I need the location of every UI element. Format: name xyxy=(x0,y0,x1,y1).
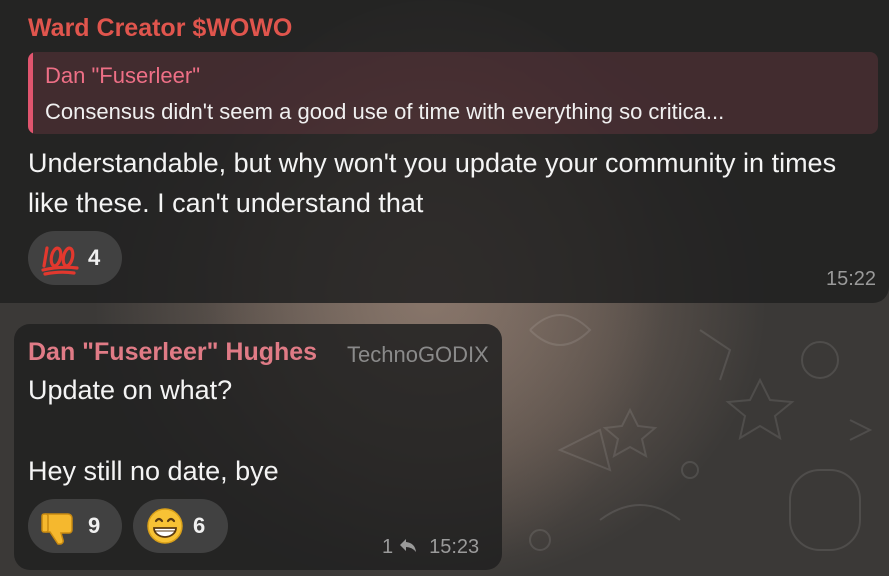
grinning-face-icon xyxy=(145,506,185,546)
message-meta: 1 15:23 xyxy=(382,536,479,559)
thumbs-down-icon xyxy=(40,506,80,546)
reply-accent-bar xyxy=(28,52,33,134)
reply-quote[interactable]: Dan "Fuserleer" Consensus didn't seem a … xyxy=(28,52,878,134)
message-text-line: Hey still no date, bye xyxy=(28,456,279,486)
reaction-count: 9 xyxy=(88,513,101,538)
reaction-chip[interactable]: 4 xyxy=(28,231,122,285)
sender-name[interactable]: Ward Creator $WOWO xyxy=(28,14,292,43)
message-text-line: Update on what? xyxy=(28,375,233,405)
message-time: 15:23 xyxy=(429,536,480,558)
reaction-count: 4 xyxy=(88,245,101,270)
message-text: Understandable, but why won't you update… xyxy=(28,148,837,218)
reply-arrow-icon[interactable] xyxy=(399,536,417,559)
reaction-chip[interactable]: 6 xyxy=(133,499,228,553)
message-time: 15:22 xyxy=(826,268,877,290)
reaction-chip[interactable]: 9 xyxy=(28,499,122,553)
sender-badge: TechnoGODIX xyxy=(347,342,489,367)
reply-sender-name: Dan "Fuserleer" xyxy=(45,63,201,88)
reaction-count: 6 xyxy=(193,513,206,538)
reply-text: Consensus didn't seem a good use of time… xyxy=(45,99,725,124)
sender-name[interactable]: Dan "Fuserleer" Hughes xyxy=(28,338,317,367)
replies-count[interactable]: 1 xyxy=(382,536,393,559)
hundred-points-icon xyxy=(40,238,80,278)
